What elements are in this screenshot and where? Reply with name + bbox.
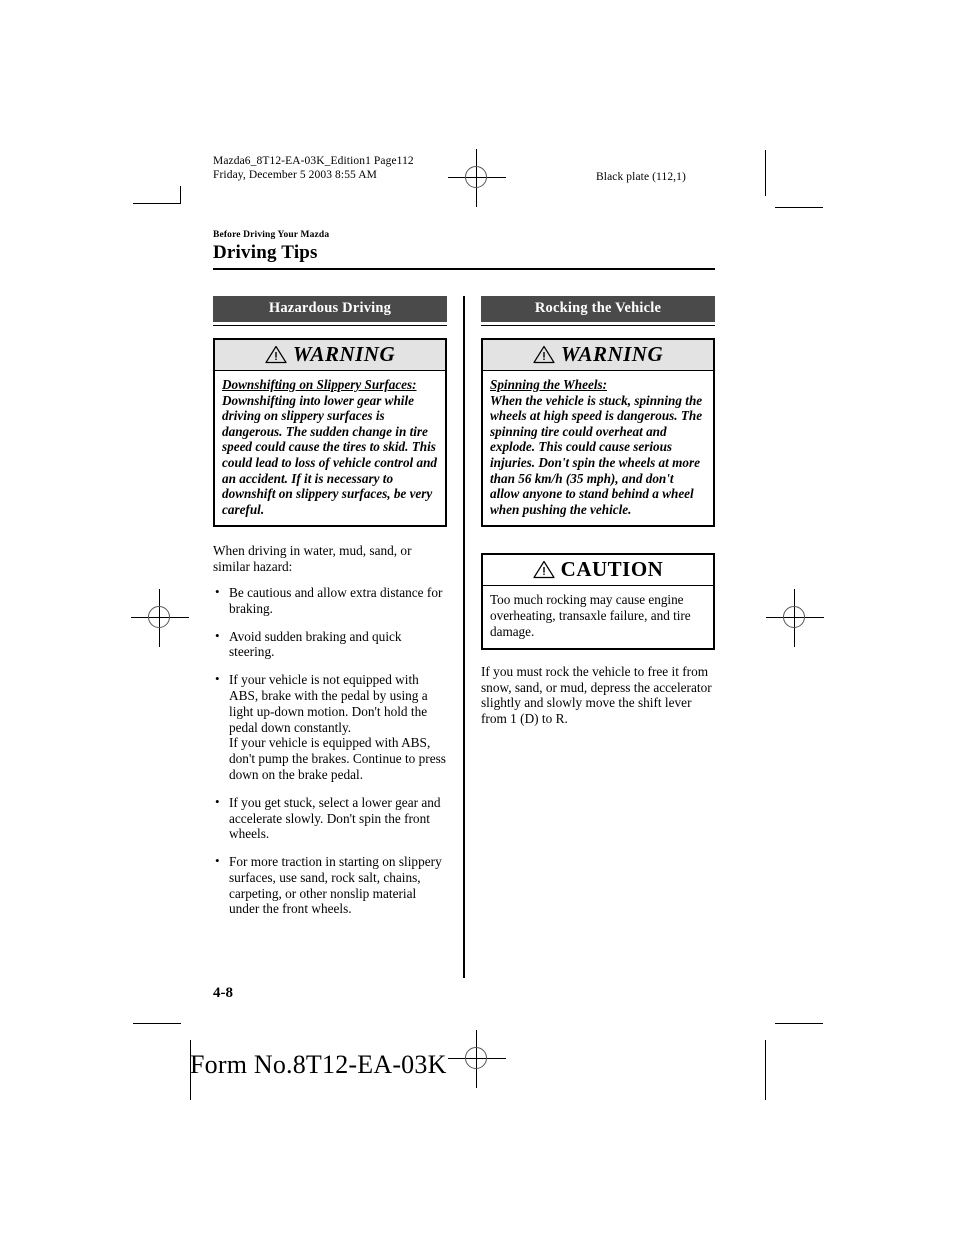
caution-triangle-icon (533, 561, 555, 579)
intro-paragraph: When driving in water, mud, sand, or sim… (213, 543, 412, 575)
warning-text: Downshifting into lower gear while drivi… (222, 392, 438, 517)
crop-mark-bottom-right-vertical (765, 1040, 766, 1100)
registration-mark-bottom (448, 1030, 506, 1088)
caution-body: Too much rocking may cause engine overhe… (490, 592, 691, 639)
page-number: 4-8 (213, 985, 233, 1001)
crop-mark-top-right-vertical (765, 150, 766, 196)
warning-box-spinning-wheels: WARNING Spinning the Wheels: When the ve… (481, 338, 715, 528)
prepress-slug-left: Mazda6_8T12-EA-03K_Edition1 Page112 Frid… (213, 155, 414, 181)
prepress-slug-right: Black plate (112,1) (596, 171, 686, 183)
crop-mark-bottom-left (133, 1023, 181, 1024)
list-item: If your vehicle is not equipped with ABS… (213, 671, 447, 783)
list-item-text: If your vehicle is not equipped with ABS… (229, 672, 428, 735)
warning-lead: Spinning the Wheels: (490, 377, 608, 392)
warning-triangle-icon (533, 345, 555, 364)
warning-header: WARNING (215, 340, 445, 371)
warning-triangle-icon (265, 345, 287, 364)
section-heading-hazardous-driving: Hazardous Driving (213, 296, 447, 322)
warning-label: WARNING (292, 342, 396, 366)
chapter-kicker: Before Driving Your Mazda (213, 230, 330, 240)
caution-box-rocking: CAUTION Too much rocking may cause engin… (481, 553, 715, 650)
list-item: Be cautious and allow extra distance for… (213, 584, 447, 617)
registration-mark-right (766, 589, 824, 647)
section-rule-right (481, 325, 715, 326)
caution-label: CAUTION (560, 557, 664, 582)
section-rule-left (213, 325, 447, 326)
crop-mark-top-left-vertical (180, 186, 181, 204)
page-title: Driving Tips (213, 242, 318, 263)
rocking-body-paragraph: If you must rock the vehicle to free it … (481, 663, 712, 727)
form-number: Form No.8T12-EA-03K (190, 1050, 447, 1079)
crop-mark-top-left (133, 203, 181, 204)
page-content: Before Driving Your Mazda Driving Tips H… (213, 230, 715, 978)
list-item-text: If you get stuck, select a lower gear an… (229, 794, 441, 842)
section-heading-rocking-the-vehicle: Rocking the Vehicle (481, 296, 715, 322)
crop-mark-top-right (775, 207, 823, 208)
two-column-layout: Hazardous Driving WARNING Downshifting o… (213, 296, 715, 978)
manual-page: Mazda6_8T12-EA-03K_Edition1 Page112 Frid… (0, 0, 954, 1235)
list-item-continuation: If your vehicle is equipped with ABS, do… (229, 735, 446, 782)
warning-label: WARNING (560, 342, 664, 366)
caution-header: CAUTION (483, 555, 713, 587)
warning-box-downshifting: WARNING Downshifting on Slippery Surface… (213, 338, 447, 528)
left-column: Hazardous Driving WARNING Downshifting o… (213, 296, 447, 929)
warning-body: Spinning the Wheels: When the vehicle is… (483, 371, 713, 525)
list-item-text: Be cautious and allow extra distance for… (229, 584, 443, 616)
registration-mark-top (448, 149, 506, 207)
warning-lead: Downshifting on Slippery Surfaces: (222, 377, 417, 392)
hazard-bullet-list: Be cautious and allow extra distance for… (213, 584, 447, 917)
warning-body: Downshifting on Slippery Surfaces: Downs… (215, 371, 445, 525)
warning-header: WARNING (483, 340, 713, 371)
title-rule (213, 268, 715, 270)
right-column: Rocking the Vehicle WARNING Spinning the… (481, 296, 715, 929)
list-item: If you get stuck, select a lower gear an… (213, 794, 447, 842)
list-item-text: Avoid sudden braking and quick steering. (229, 628, 402, 660)
crop-mark-bottom-right (775, 1023, 823, 1024)
registration-mark-left (131, 589, 189, 647)
list-item: Avoid sudden braking and quick steering. (213, 628, 447, 661)
column-divider (463, 296, 465, 978)
list-item-text: For more traction in starting on slipper… (229, 854, 442, 917)
warning-text: When the vehicle is stuck, spinning the … (490, 392, 703, 517)
list-item: For more traction in starting on slipper… (213, 853, 447, 917)
